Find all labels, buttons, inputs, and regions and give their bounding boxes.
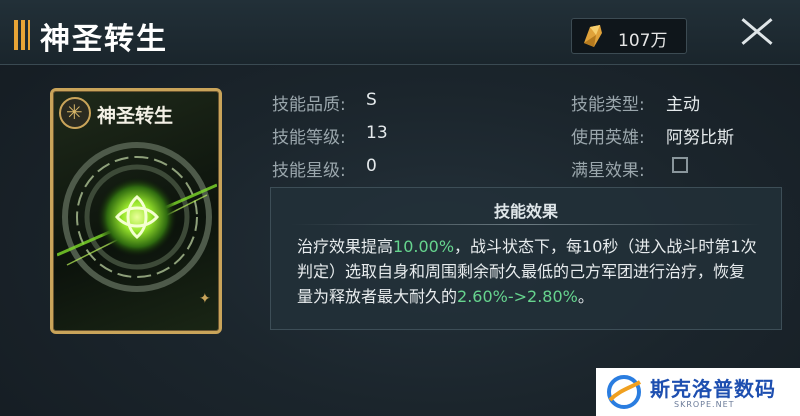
- level-value: 13: [366, 123, 388, 143]
- hero-value: 阿努比斯: [666, 128, 734, 148]
- type-label: 技能类型:: [571, 95, 645, 115]
- page-title: 神圣转生: [40, 22, 168, 57]
- watermark-brand: 斯克洛普数码: [650, 377, 776, 401]
- brand-logo-icon: [607, 375, 642, 409]
- star-value: 0: [366, 156, 377, 176]
- title-accent-icon: [14, 20, 30, 50]
- skill-emblem-icon: [59, 97, 91, 129]
- watermark-sub: SKROPE.NET: [674, 400, 735, 409]
- skill-card: 神圣转生 ✦: [50, 88, 222, 334]
- full-star-checkbox[interactable]: [672, 157, 688, 173]
- effect-text-1: 治疗效果提高: [297, 237, 394, 256]
- effect-highlight-1: 10.00%: [393, 237, 455, 256]
- quality-value: S: [366, 90, 377, 110]
- card-skill-name: 神圣转生: [97, 105, 174, 127]
- effect-description: 治疗效果提高10.00%，战斗状态下，每10秒（进入战斗时第1次判定）选取自身和…: [297, 234, 759, 309]
- quality-label: 技能品质:: [272, 95, 346, 115]
- star-label: 技能星级:: [272, 161, 346, 181]
- effect-divider: [291, 224, 761, 225]
- effect-text-3: 。: [577, 287, 594, 306]
- watermark: 斯克洛普数码 SKROPE.NET: [596, 368, 800, 416]
- resource-value: 107万: [618, 31, 668, 51]
- close-button[interactable]: [728, 10, 784, 54]
- level-label: 技能等级:: [272, 128, 346, 148]
- effect-title: 技能效果: [493, 202, 558, 221]
- hero-label: 使用英雄:: [571, 128, 645, 148]
- card-corner-star-icon: ✦: [199, 291, 211, 307]
- type-value: 主动: [666, 95, 700, 115]
- full-star-label: 满星效果:: [571, 161, 645, 181]
- effect-panel: 技能效果 治疗效果提高10.00%，战斗状态下，每10秒（进入战斗时第1次判定）…: [270, 187, 782, 330]
- effect-highlight-2: 2.60%->2.80%: [457, 287, 578, 306]
- top-bar: 神圣转生 107万: [0, 0, 800, 65]
- crystal-icon: [584, 25, 602, 47]
- resource-counter[interactable]: 107万: [571, 18, 687, 54]
- skill-orb-icon: [57, 142, 217, 292]
